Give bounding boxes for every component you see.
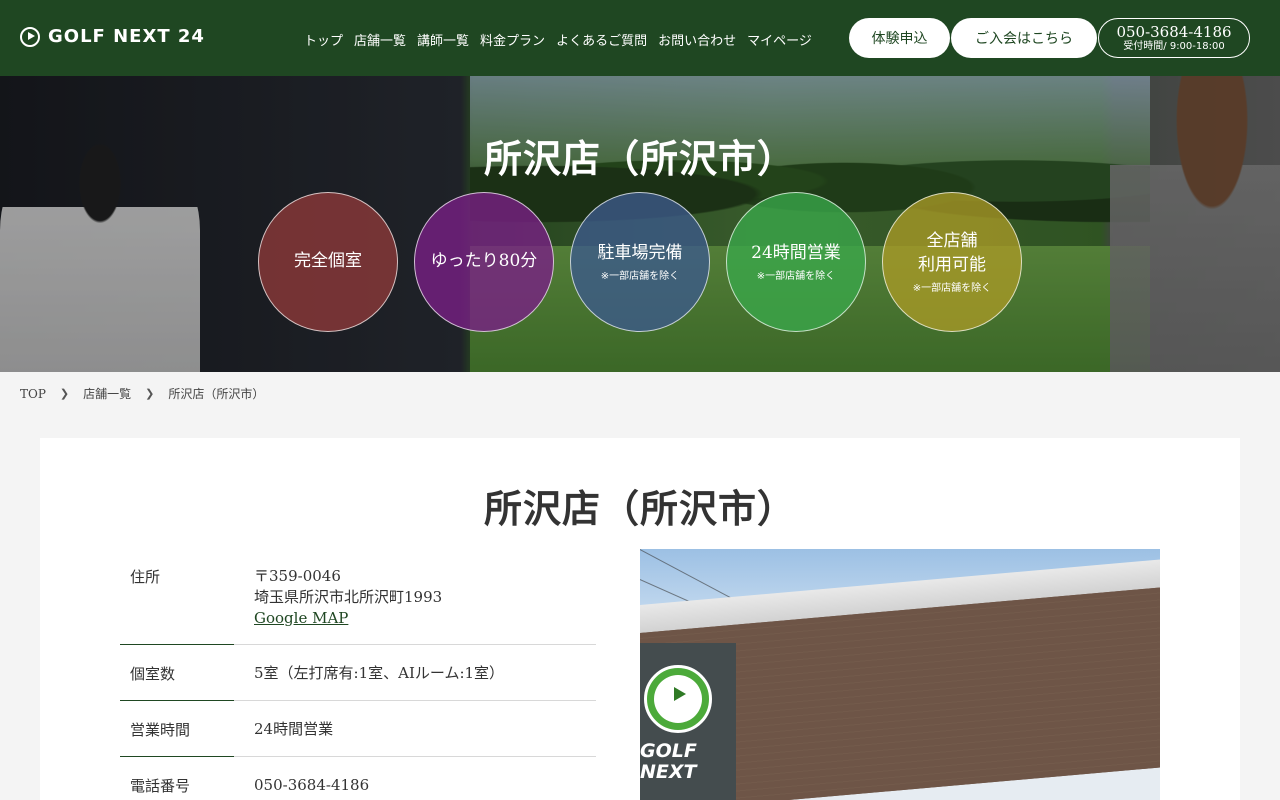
nav-item-top[interactable]: トップ [304, 30, 343, 49]
feature-24-hours: 24時間営業 ※一部店舗を除く [726, 192, 866, 332]
nav-item-contact[interactable]: お問い合わせ [658, 30, 736, 49]
breadcrumb: TOP ❯ 店舗一覧 ❯ 所沢店（所沢市） [20, 385, 264, 402]
info-row-phone: 電話番号 050-3684-4186 [120, 757, 596, 800]
nav-item-pricing[interactable]: 料金プラン [480, 30, 545, 49]
golf-flag-icon [654, 675, 702, 723]
feature-note: ※一部店舗を除く [756, 271, 836, 283]
golf-flag-icon [20, 26, 40, 47]
breadcrumb-current: 所沢店（所沢市） [168, 387, 265, 401]
site-header: GOLF NEXT 24 トップ 店舗一覧 講師一覧 料金プラン よくあるご質問… [0, 0, 1280, 76]
feature-all-stores: 全店舗 利用可能 ※一部店舗を除く [882, 192, 1022, 332]
info-label: 営業時間 [130, 721, 191, 739]
info-value: 〒359-0046 埼玉県所沢市北所沢町1993 Google MAP [254, 566, 596, 628]
info-row-rooms: 個室数 5室（左打席有:1室、AIルーム:1室） [120, 645, 596, 701]
address-text: 埼玉県所沢市北所沢町1993 [254, 588, 443, 606]
google-map-link[interactable]: Google MAP [254, 609, 348, 627]
trial-button[interactable]: 体験申込 [849, 18, 950, 58]
feature-label: 全店舗 利用可能 [918, 230, 986, 275]
info-row-address: 住所 〒359-0046 埼玉県所沢市北所沢町1993 Google MAP [120, 548, 596, 645]
info-label: 個室数 [130, 665, 176, 683]
info-label: 住所 [130, 568, 161, 586]
store-title: 所沢店（所沢市） [483, 486, 796, 531]
site-logo[interactable]: GOLF NEXT 24 [20, 26, 205, 47]
feature-80-minutes: ゆったり80分 [414, 192, 554, 332]
feature-note: ※一部店舗を除く [912, 283, 992, 295]
main-nav: トップ 店舗一覧 講師一覧 料金プラン よくあるご質問 お問い合わせ マイページ [304, 30, 812, 49]
breadcrumb-top[interactable]: TOP [20, 387, 46, 401]
feature-label: 駐車場完備 [597, 242, 683, 263]
phone-number: 050-3684-4186 [1116, 23, 1232, 42]
reception-hours: 受付時間/ 9:00-18:00 [1123, 40, 1225, 52]
nav-item-stores[interactable]: 店舗一覧 [354, 30, 406, 49]
sign-logo-icon [644, 665, 712, 733]
store-info-table: 住所 〒359-0046 埼玉県所沢市北所沢町1993 Google MAP 個… [120, 548, 596, 800]
sign-text: GOLF NEXT [640, 740, 697, 783]
chevron-right-icon: ❯ [59, 387, 70, 400]
feature-label: 24時間営業 [751, 242, 841, 263]
nav-item-faq[interactable]: よくあるご質問 [556, 30, 647, 49]
info-value: 5室（左打席有:1室、AIルーム:1室） [254, 664, 505, 682]
info-label: 電話番号 [130, 777, 191, 795]
breadcrumb-stores[interactable]: 店舗一覧 [83, 385, 131, 402]
hero-title: 所沢店（所沢市） [483, 136, 796, 181]
chevron-right-icon: ❯ [145, 387, 155, 400]
join-button[interactable]: ご入会はこちら [951, 18, 1097, 58]
store-photo: GOLF NEXT [640, 549, 1160, 800]
hero-banner: 所沢店（所沢市） 完全個室 ゆったり80分 駐車場完備 ※一部店舗を除く 24時… [0, 76, 1280, 372]
phone-button[interactable]: 050-3684-4186 受付時間/ 9:00-18:00 [1098, 18, 1250, 58]
store-sign: GOLF NEXT [640, 643, 736, 800]
feature-private-room: 完全個室 [258, 192, 398, 332]
feature-label: 完全個室 [294, 251, 362, 272]
info-value: 050-3684-4186 [254, 776, 370, 794]
nav-item-instructors[interactable]: 講師一覧 [417, 30, 469, 49]
feature-note: ※一部店舗を除く [600, 271, 680, 283]
logo-text: GOLF NEXT 24 [48, 26, 205, 47]
feature-parking: 駐車場完備 ※一部店舗を除く [570, 192, 710, 332]
info-row-hours: 営業時間 24時間営業 [120, 701, 596, 757]
info-value: 24時間営業 [254, 720, 334, 738]
nav-item-mypage[interactable]: マイページ [747, 30, 812, 49]
store-detail-card: 所沢店（所沢市） 住所 〒359-0046 埼玉県所沢市北所沢町1993 Goo… [40, 438, 1240, 800]
postal-code: 〒359-0046 [254, 567, 341, 585]
feature-label: ゆったり80分 [430, 251, 538, 272]
